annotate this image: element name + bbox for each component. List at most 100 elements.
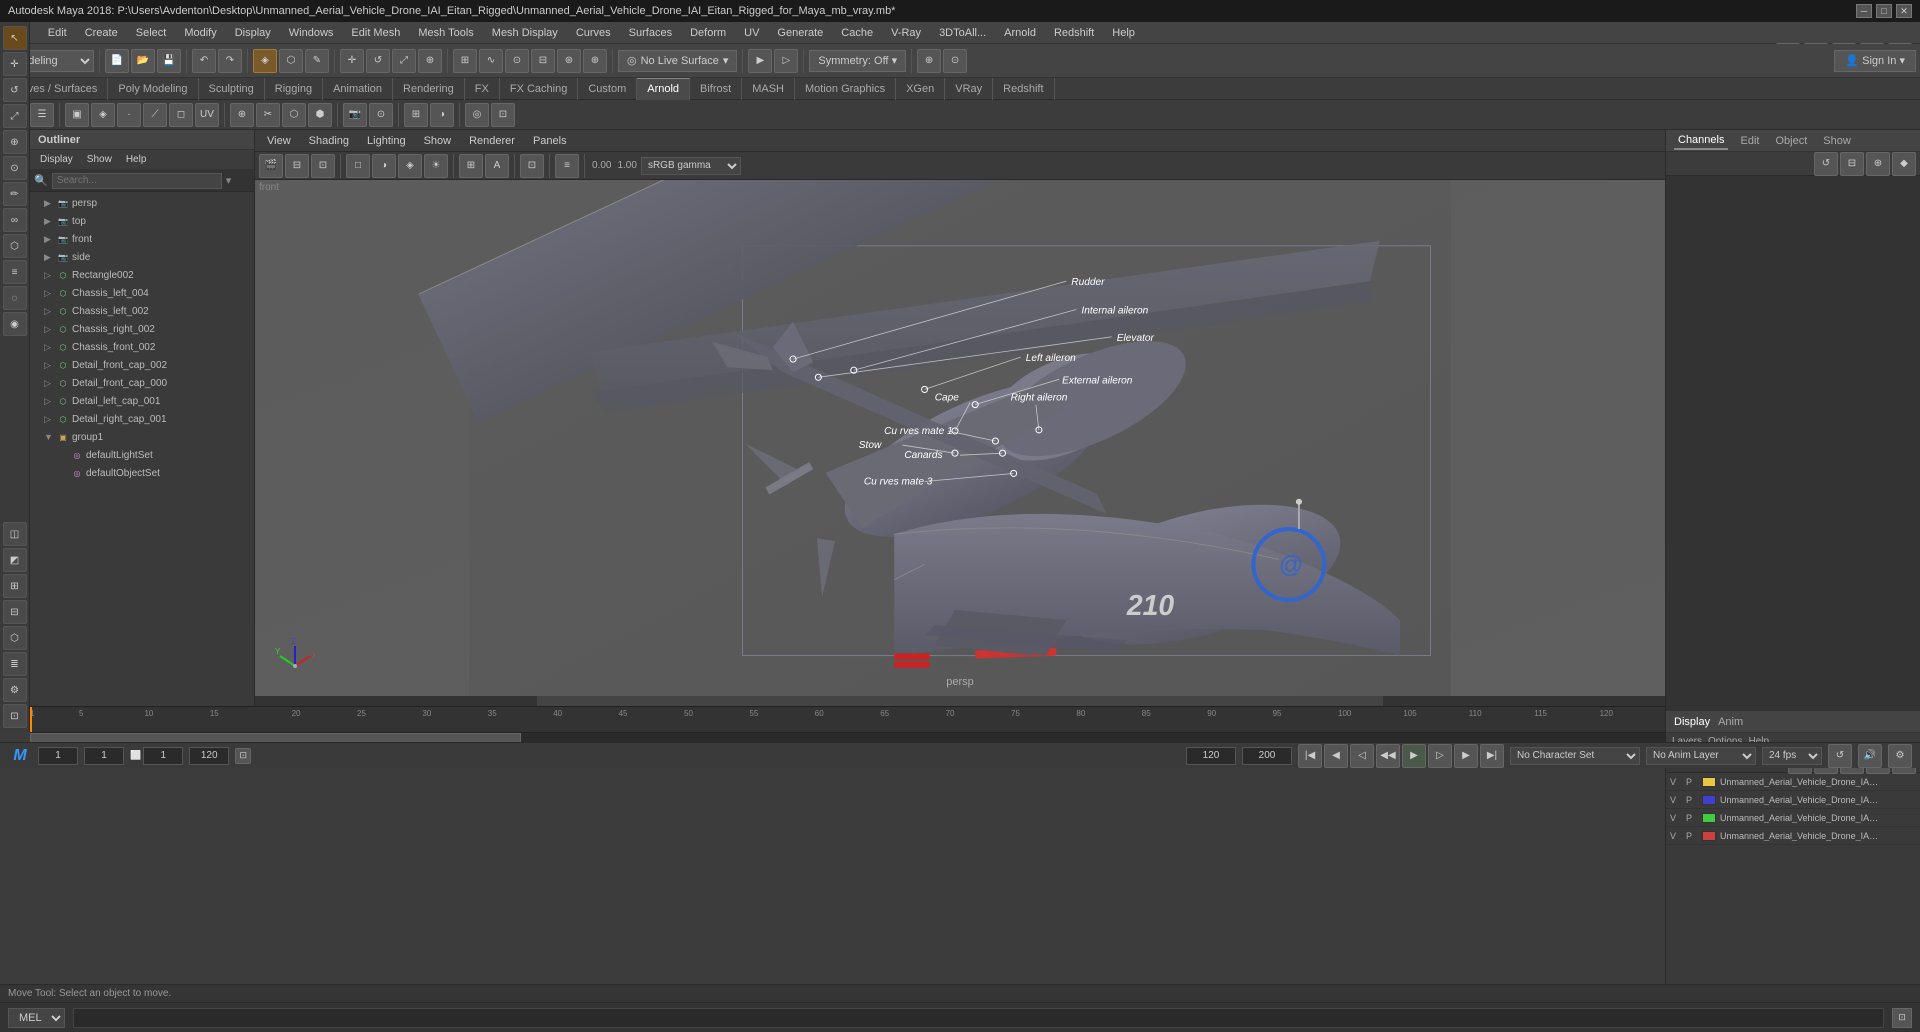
tab-rigging[interactable]: Rigging <box>265 78 323 100</box>
tab-redshift[interactable]: Redshift <box>993 78 1054 100</box>
window-controls[interactable]: ─ □ ✕ <box>1856 4 1912 18</box>
object-tab[interactable]: Object <box>1771 133 1811 149</box>
cam-vis-btn[interactable]: ⊕ <box>917 49 941 73</box>
current-frame-input-1[interactable] <box>38 747 78 765</box>
outliner-item-front[interactable]: ▶ 📷 front <box>30 230 254 248</box>
tab-animation[interactable]: Animation <box>323 78 393 100</box>
menu-redshift[interactable]: Redshift <box>1046 25 1102 41</box>
select-face-btn[interactable]: ◻ <box>169 103 193 127</box>
new-file-btn[interactable]: 📄 <box>105 49 129 73</box>
menu-surfaces[interactable]: Surfaces <box>621 25 680 41</box>
prev-key-btn[interactable]: ◁ <box>1350 744 1374 768</box>
select-object-btn[interactable]: ▣ <box>65 103 89 127</box>
outliner-item-default-light-set[interactable]: ◎ defaultLightSet <box>30 446 254 464</box>
menu-mesh-tools[interactable]: Mesh Tools <box>410 25 481 41</box>
script-mode-dropdown[interactable]: MEL <box>8 1008 65 1028</box>
vp-textured-btn[interactable]: ◈ <box>398 154 422 178</box>
tab-fx-caching[interactable]: FX Caching <box>500 78 578 100</box>
vp-menu-panels[interactable]: Panels <box>525 133 575 149</box>
menu-display[interactable]: Display <box>227 25 279 41</box>
select-edge-btn[interactable]: ⟋ <box>143 103 167 127</box>
minimize-button[interactable]: ─ <box>1856 4 1872 18</box>
snap-curve-btn[interactable]: ∿ <box>479 49 503 73</box>
tab-vray[interactable]: VRay <box>945 78 993 100</box>
menu-edit[interactable]: Edit <box>40 25 75 41</box>
soft-mod-btn[interactable]: ⊙ <box>3 156 27 180</box>
menu-windows[interactable]: Windows <box>281 25 342 41</box>
xray-btn[interactable]: ◎ <box>465 103 489 127</box>
lasso-select-btn[interactable]: ∞ <box>3 208 27 232</box>
command-line[interactable] <box>73 1008 1884 1028</box>
go-start-btn[interactable]: |◀ <box>1298 744 1322 768</box>
menu-arnold[interactable]: Arnold <box>996 25 1044 41</box>
scale-btn[interactable]: ⤢ <box>392 49 416 73</box>
menu-vray[interactable]: V-Ray <box>883 25 929 41</box>
outliner-item-group1[interactable]: ▼ ▣ group1 <box>30 428 254 446</box>
extrude-btn[interactable]: ⬡ <box>282 103 306 127</box>
frame-range-end-display[interactable] <box>143 747 183 765</box>
outliner-item-rect002[interactable]: ▷ ⬡ Rectangle002 <box>30 266 254 284</box>
vp-shaded-btn[interactable]: ◑ <box>372 154 396 178</box>
camera-btn[interactable]: 📷 <box>343 103 367 127</box>
shaded-btn[interactable]: ◑ <box>430 103 454 127</box>
go-end-btn[interactable]: ▶| <box>1480 744 1504 768</box>
vp-menu-shading[interactable]: Shading <box>301 133 357 149</box>
open-file-btn[interactable]: 📂 <box>131 49 155 73</box>
isolate-btn[interactable]: ⊡ <box>491 103 515 127</box>
menu-mesh-display[interactable]: Mesh Display <box>484 25 566 41</box>
lasso-btn[interactable]: ⬡ <box>279 49 303 73</box>
vp-grid-btn[interactable]: ⊞ <box>459 154 483 178</box>
outliner-item-detail-front-cap000[interactable]: ▷ ⬡ Detail_front_cap_000 <box>30 374 254 392</box>
frame-range-start-input[interactable] <box>84 747 124 765</box>
playback-refresh-btn[interactable]: ↺ <box>1828 744 1852 768</box>
edit-tab[interactable]: Edit <box>1736 133 1763 149</box>
crease-tool-btn[interactable]: ≡ <box>3 260 27 284</box>
outliner-menu-display[interactable]: Display <box>34 152 79 167</box>
scale-tool-btn[interactable]: ⤢ <box>3 104 27 128</box>
tab-custom[interactable]: Custom <box>578 78 637 100</box>
snap-point-btn[interactable]: ⊙ <box>505 49 529 73</box>
frame-end-input[interactable] <box>189 747 229 765</box>
display-tab[interactable]: Display <box>1674 716 1710 728</box>
ch-add-btn[interactable]: ⊕ <box>1866 152 1890 176</box>
paint-btn[interactable]: ✎ <box>305 49 329 73</box>
script-editor-btn[interactable]: ⊡ <box>1892 1008 1912 1028</box>
anim-end-input[interactable] <box>1242 747 1292 765</box>
outliner-item-detail-left-cap001[interactable]: ▷ ⬡ Detail_left_cap_001 <box>30 392 254 410</box>
anim-start-input[interactable] <box>1186 747 1236 765</box>
menu-select[interactable]: Select <box>128 25 175 41</box>
search-dropdown-arrow[interactable]: ▾ <box>226 174 232 187</box>
universal-tool-btn[interactable]: ⊕ <box>3 130 27 154</box>
sculpt-btn[interactable]: ◌ <box>3 286 27 310</box>
channels-tab[interactable]: Channels <box>1674 132 1728 150</box>
connection-editor-btn[interactable]: ⬡ <box>3 626 27 650</box>
live-surface-button[interactable]: ◎ No Live Surface ▾ <box>618 50 737 72</box>
tab-motion-graphics[interactable]: Motion Graphics <box>795 78 896 100</box>
snap-grid-btn[interactable]: ⊞ <box>453 49 477 73</box>
outliner-item-detail-front-cap002[interactable]: ▷ ⬡ Detail_front_cap_002 <box>30 356 254 374</box>
bevel-btn[interactable]: ⬢ <box>308 103 332 127</box>
hypershade-btn[interactable]: ⊞ <box>3 574 27 598</box>
outliner-item-default-object-set[interactable]: ◎ defaultObjectSet <box>30 464 254 482</box>
outliner-item-chassis-front002[interactable]: ▷ ⬡ Chassis_front_002 <box>30 338 254 356</box>
tab-xgen[interactable]: XGen <box>896 78 945 100</box>
ipr-btn[interactable]: ▷ <box>774 49 798 73</box>
vp-img-planes-btn[interactable]: ⊡ <box>311 154 335 178</box>
menu-curves[interactable]: Curves <box>568 25 619 41</box>
snap-surface-btn[interactable]: ⊟ <box>531 49 555 73</box>
anim-tab[interactable]: Anim <box>1718 716 1743 728</box>
rotate-btn[interactable]: ↺ <box>366 49 390 73</box>
prev-frame-btn[interactable]: ◀ <box>1324 744 1348 768</box>
multi-cut-btn[interactable]: ✂ <box>256 103 280 127</box>
tab-poly-modeling[interactable]: Poly Modeling <box>108 78 198 100</box>
panel-toggle-btn[interactable]: ☰ <box>30 103 54 127</box>
save-file-btn[interactable]: 💾 <box>157 49 181 73</box>
tab-fx[interactable]: FX <box>465 78 500 100</box>
layer-item-4[interactable]: V P Unmanned_Aerial_Vehicle_Drone_IAI_Ei… <box>1666 827 1920 845</box>
outliner-item-side[interactable]: ▶ 📷 side <box>30 248 254 266</box>
ch-refresh-btn[interactable]: ↺ <box>1814 152 1838 176</box>
layer-item-2[interactable]: V P Unmanned_Aerial_Vehicle_Drone_IAI_Ei… <box>1666 791 1920 809</box>
vp-res-gate-btn[interactable]: ⊡ <box>520 154 544 178</box>
vp-menu-show[interactable]: Show <box>416 133 460 149</box>
viewport-3d[interactable]: 210 @ <box>255 180 1665 696</box>
